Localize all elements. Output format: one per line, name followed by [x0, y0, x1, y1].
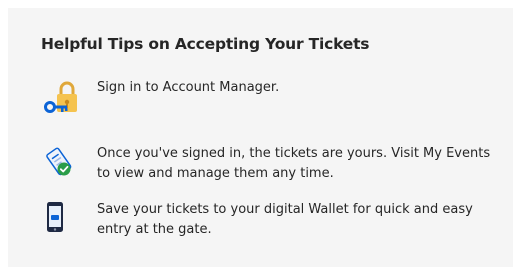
helpful-tips-panel: Helpful Tips on Accepting Your Tickets S…: [8, 8, 513, 267]
tip-text: Save your tickets to your digital Wallet…: [97, 202, 473, 237]
padlock-key-icon: [41, 78, 83, 120]
section-title: Helpful Tips on Accepting Your Tickets: [41, 35, 370, 53]
tip-text: Once you've signed in, the tickets are y…: [97, 146, 491, 181]
phone-ticket-icon: [41, 198, 83, 240]
tip-item-my-events: Once you've signed in, the tickets are y…: [41, 142, 501, 186]
ticket-check-icon: [41, 142, 83, 184]
tip-item-sign-in: Sign in to Account Manager.: [41, 78, 501, 122]
tip-text: Sign in to Account Manager.: [97, 80, 280, 95]
tip-item-wallet: Save your tickets to your digital Wallet…: [41, 198, 501, 242]
